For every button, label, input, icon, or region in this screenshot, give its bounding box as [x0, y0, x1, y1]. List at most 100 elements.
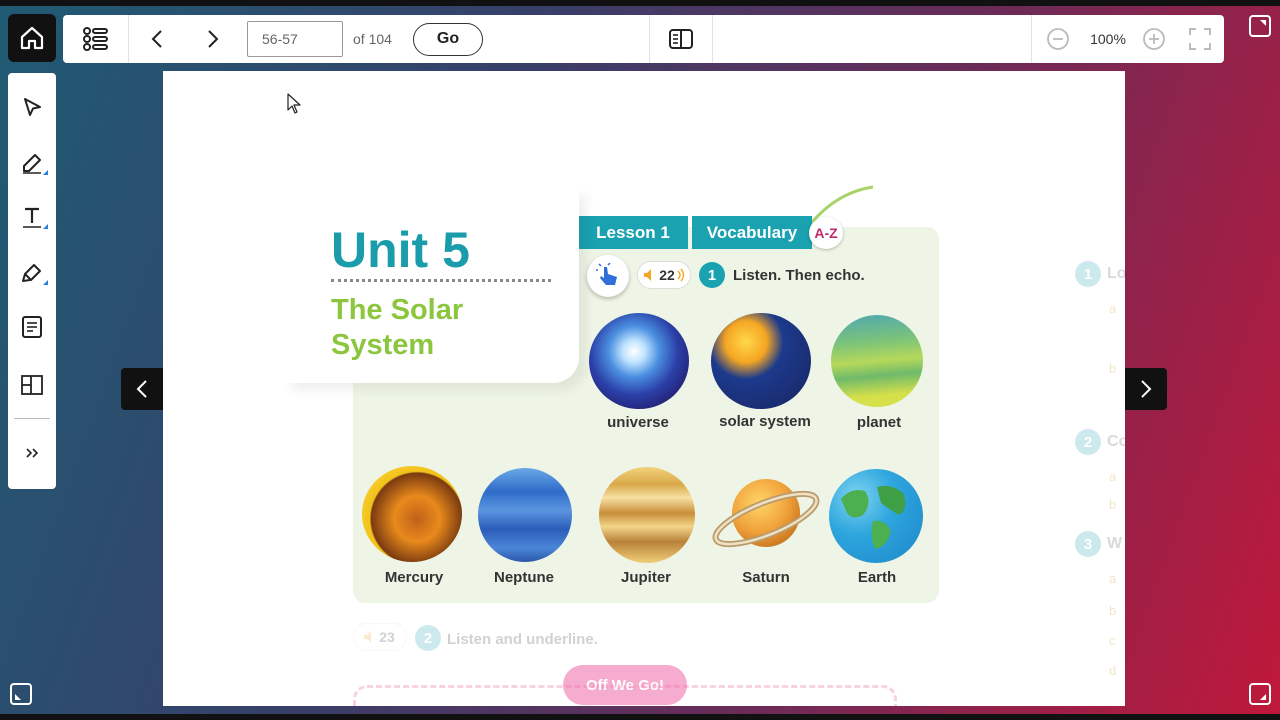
fullscreen-icon [1189, 28, 1211, 50]
home-button[interactable] [8, 14, 56, 62]
zoom-in-icon [1143, 28, 1165, 50]
mercury-image[interactable] [362, 466, 462, 562]
exercise-title-fragment: W [1107, 535, 1123, 552]
option-letter: c [1109, 633, 1116, 648]
prev-page-button[interactable] [129, 15, 185, 63]
fullscreen-button[interactable] [1176, 15, 1224, 63]
bottom-left-corner-button[interactable] [8, 681, 34, 707]
pointer-icon [24, 98, 41, 116]
chevron-left-icon [136, 380, 147, 398]
top-edge [0, 0, 1280, 6]
vocab-label: Mercury [384, 569, 444, 586]
jupiter-image[interactable] [599, 467, 695, 563]
corner-expand-icon [1249, 15, 1271, 37]
submenu-indicator [43, 280, 48, 285]
audio-track-number: 23 [379, 629, 395, 645]
zoom-level: 100% [1090, 31, 1126, 47]
corner-expand-icon [1249, 683, 1271, 705]
exercise-title-fragment: Co [1107, 433, 1125, 450]
audio-track-number: 22 [659, 267, 675, 283]
neptune-image[interactable] [478, 468, 572, 562]
zoom-in-button[interactable] [1132, 15, 1176, 63]
pen-tool[interactable] [8, 143, 56, 183]
bottom-right-corner-button[interactable] [1247, 681, 1273, 707]
go-button[interactable]: Go [413, 22, 483, 56]
page-count-label: of 104 [353, 31, 392, 47]
option-letter: a [1109, 301, 1117, 316]
chevron-left-icon [151, 30, 162, 48]
vocab-label: Neptune [494, 569, 554, 586]
solar-system-image[interactable] [711, 313, 811, 409]
exercise-number: 1 [1075, 261, 1101, 287]
reading-mode-button[interactable] [650, 15, 712, 63]
speaker-icon [364, 631, 372, 643]
title-divider [331, 279, 551, 282]
speaker-icon [644, 269, 652, 281]
select-tool[interactable] [8, 87, 56, 127]
universe-image[interactable] [589, 313, 689, 409]
list-icon [82, 27, 108, 51]
earth-image[interactable] [829, 469, 923, 563]
toc-button[interactable] [63, 15, 128, 63]
planet-image[interactable] [831, 315, 923, 407]
tool-sidebar [8, 73, 56, 489]
saturn-image[interactable] [711, 471, 821, 561]
unit-subtitle-line-2: System [331, 329, 435, 361]
notes-icon [22, 316, 42, 338]
exercise-number: 3 [1075, 531, 1101, 557]
unit-subtitle-line-1: The Solar [331, 294, 464, 326]
az-badge[interactable]: A-Z [809, 217, 843, 249]
exercise-number: 2 [1075, 429, 1101, 455]
book-open-icon [669, 29, 693, 49]
hand-tap-icon [596, 263, 617, 285]
exercise-number: 2 [415, 625, 441, 651]
highlighter-tool[interactable] [8, 253, 56, 293]
unit-title: Unit 5 [331, 222, 470, 278]
zoom-out-icon [1047, 28, 1069, 50]
next-spread-button[interactable] [1125, 368, 1167, 410]
top-toolbar: of 104 Go 100% [63, 15, 1224, 63]
text-tool[interactable] [8, 197, 56, 237]
exercise-title-fragment: Lo [1107, 265, 1125, 282]
unit-subtitle: The Solar System [331, 293, 463, 363]
vocab-label: solar system [719, 413, 811, 430]
option-letter: d [1109, 663, 1117, 678]
vocab-label: universe [607, 414, 669, 431]
layout-tool[interactable] [8, 365, 56, 405]
pen-icon [23, 154, 41, 174]
vocabulary-tab: Vocabulary [692, 216, 812, 249]
text-icon [23, 207, 41, 228]
interactive-touch-button[interactable] [587, 255, 629, 297]
exercise-instruction: Listen and underline. [447, 631, 598, 648]
zoom-out-button[interactable] [1032, 15, 1084, 63]
unit-title-card: Unit 5 The Solar System [283, 187, 579, 383]
option-letter: b [1109, 603, 1117, 618]
chevron-right-icon [208, 30, 219, 48]
toolbar-divider [712, 15, 713, 63]
previous-spread-button[interactable] [121, 368, 163, 410]
sound-waves-icon [677, 268, 684, 282]
audio-track-button[interactable]: 22 [637, 261, 691, 289]
page-number-input[interactable] [247, 21, 343, 57]
chevron-right-icon [1141, 380, 1152, 398]
next-page-button[interactable] [185, 15, 241, 63]
option-letter: b [1109, 497, 1117, 512]
option-letter: a [1109, 469, 1117, 484]
layout-icon [21, 375, 43, 395]
lesson-tab: Lesson 1 [578, 216, 688, 249]
audio-track-button[interactable]: 23 [353, 623, 407, 651]
vocab-label: Saturn [742, 569, 790, 586]
option-letter: b [1109, 361, 1117, 376]
home-icon [20, 26, 44, 50]
vocab-label: planet [856, 414, 902, 431]
right-page-preview: 1 Lo a b 2 Co a b 3 W a b c d [1073, 261, 1125, 701]
bottom-edge [0, 714, 1280, 720]
submenu-indicator [43, 170, 48, 175]
submenu-indicator [43, 224, 48, 229]
notes-tool[interactable] [8, 307, 56, 347]
double-chevron-icon [26, 448, 39, 458]
corner-expand-icon [10, 683, 32, 705]
top-right-corner-button[interactable] [1247, 13, 1273, 39]
book-page: Lesson 1 Vocabulary A-Z Unit 5 The Solar… [163, 71, 1125, 706]
expand-sidebar-button[interactable] [8, 433, 56, 473]
